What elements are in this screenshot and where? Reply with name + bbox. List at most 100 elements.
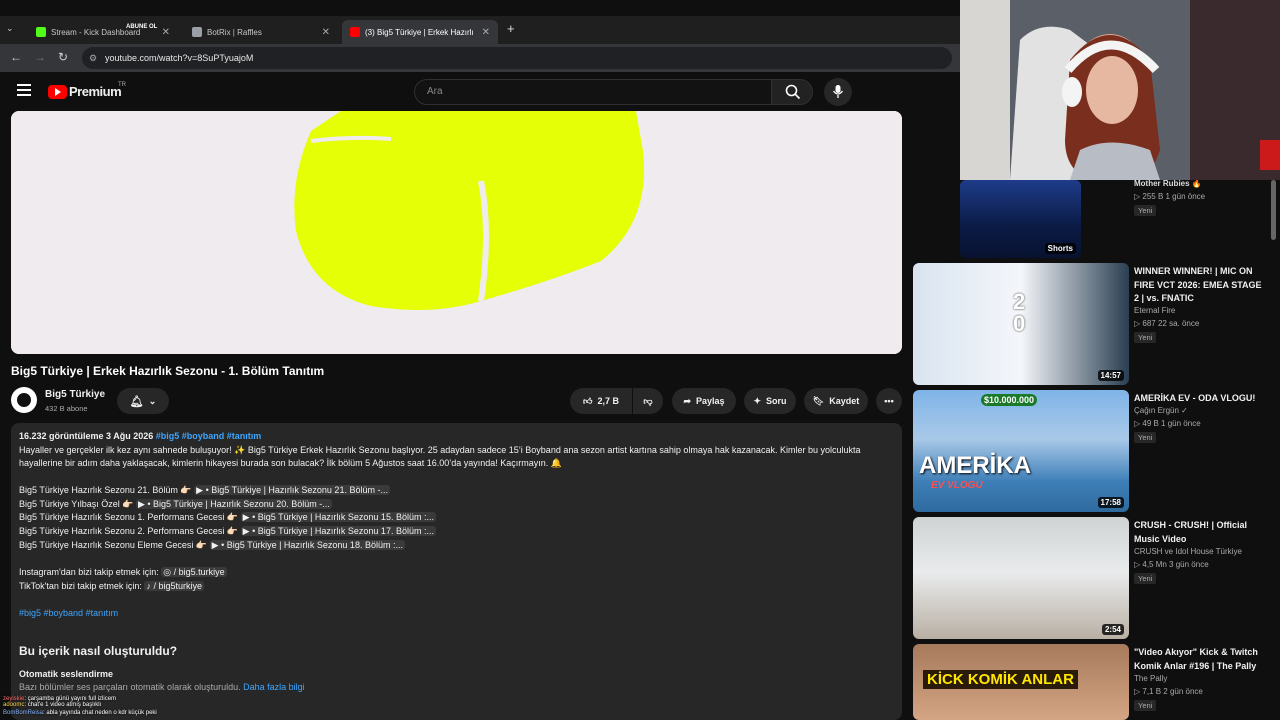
chat-user: zeyiskie [3,696,25,702]
channel-name[interactable]: The Pally [1134,674,1167,683]
botrix-icon [192,27,202,37]
close-icon[interactable]: ✕ [162,27,170,38]
video-thumbnail[interactable]: $10.000.000 AMERİKA EV VLOGU 17:58 [913,390,1129,512]
ask-label: Soru [766,396,787,406]
episode-link[interactable]: ▶ • Big5 Türkiye | Hazırlık Sezonu 17. B… [240,526,436,536]
video-player[interactable] [11,111,902,354]
recommended-video[interactable]: 20 14:57 WINNER WINNER! | MIC ON FIRE VC… [913,263,1275,385]
video-thumbnail[interactable]: Shorts [960,180,1081,258]
like-count: 2,7 B [597,396,619,406]
site-info-icon[interactable]: ⚙ [89,47,97,69]
chat-message: zeyiskie: çarşamba günü yayını full izli… [3,696,116,702]
description-paragraph-1: Hayaller ve gerçekler ilk kez aynı sahne… [19,445,861,455]
episode-label: Big5 Türkiye Hazırlık Sezonu 21. Bölüm 👉… [19,485,192,495]
search-placeholder: Ara [427,86,443,97]
video-meta: ▷ 255 B 1 gün önce [1134,192,1206,201]
episode-link[interactable]: ▶ • Big5 Türkiye | Hazırlık Sezonu 21. B… [194,485,390,495]
forward-icon[interactable]: → [34,50,46,64]
recommended-video[interactable]: KİCK KOMİK ANLAR "Video Akıyor" Kick & T… [913,644,1275,720]
episode-line: Big5 Türkiye Hazırlık Sezonu Eleme Geces… [19,540,405,551]
recommended-video[interactable]: $10.000.000 AMERİKA EV VLOGU 17:58 AMERİ… [913,390,1275,512]
chat-text: : abla yayında chat neden o kdr küçük pe… [43,710,157,716]
chat-text: : çarşamba günü yayını full izlicem [24,696,117,702]
instagram-link[interactable]: ◎ / big5.turkiye [161,567,227,577]
video-thumbnail[interactable]: 20 14:57 [913,263,1129,385]
channel-name[interactable]: Mother Rubies 🔥 [1134,179,1202,188]
channel-name[interactable]: Eternal Fire [1134,306,1175,315]
thumb-price: $10.000.000 [981,394,1038,406]
hashtags-top[interactable]: #big5 #boyband #tanıtım [156,431,262,441]
tab-label: BotRix | Raffles [207,27,262,37]
hashtags-bottom[interactable]: #big5 #boyband #tanıtım [19,608,118,618]
video-duration: 14:57 [1097,370,1124,381]
save-button[interactable]: 🔖︎ Kaydet [804,388,868,414]
close-icon[interactable]: ✕ [482,27,490,38]
search-input[interactable]: Ara [414,79,772,105]
youtube-logo-icon[interactable] [48,85,67,99]
youtube-icon [350,27,360,37]
tab-youtube[interactable]: (3) Big5 Türkiye | Erkek Hazırlı ✕ [342,20,498,44]
url-input[interactable]: ⚙ youtube.com/watch?v=8SuPTyuajoM [82,47,952,69]
shorts-label: Shorts [1044,243,1076,254]
voice-search-button[interactable] [824,78,852,106]
instagram-label: Instagram'dan bizi takip etmek için: [19,567,159,577]
streamer-camera-image [960,0,1280,180]
search-icon [785,84,801,100]
episode-label: Big5 Türkiye Yılbaşı Özel 👉🏻 [19,499,134,509]
premium-logo-text: Premium [69,84,122,99]
video-title[interactable]: CRUSH - CRUSH! | Official Music Video [1134,519,1262,546]
reload-icon[interactable]: ↻ [58,50,68,64]
tab-botrix[interactable]: BotRix | Raffles ✕ [184,20,338,44]
channel-name[interactable]: CRUSH ve Idol House Türkiye [1134,547,1242,556]
more-icon: ••• [884,396,894,406]
dislike-button[interactable]: 👎︎ [633,388,663,414]
video-title[interactable]: "Video Akıyor" Kick & Twitch Komik Anlar… [1134,646,1262,673]
youtube-header: Premium TR Ara [0,72,960,112]
episode-link[interactable]: ▶ • Big5 Türkiye | Hazırlık Sezonu 20. B… [135,499,332,509]
bookmark-icon: 🔖︎ [812,395,825,406]
new-badge: Yeni [1134,205,1157,216]
bell-icon: 🔔︎ [129,395,144,408]
episode-link[interactable]: ▶ • Big5 Türkiye | Hazırlık Sezonu 18. B… [209,540,405,550]
recommended-video[interactable]: Shorts Mother Rubies 🔥 ▷ 255 B 1 gün önc… [913,179,1275,258]
tiktok-handle: / big5turkiye [153,581,202,591]
ask-button[interactable]: ✦ Soru [744,388,796,414]
chat-message: adoomc: chat'e 1 video atmış başlıklı [3,702,101,708]
recommended-video[interactable]: 2:54 CRUSH - CRUSH! | Official Music Vid… [913,517,1275,639]
video-thumbnail[interactable]: KİCK KOMİK ANLAR [913,644,1129,720]
abune-ol-overlay: ABUNE OL [126,24,158,30]
search-button[interactable] [771,79,813,105]
stream-chat-overlay: adoomc: chat'e 1 video atmış başlıklı ze… [0,672,420,720]
new-badge: Yeni [1134,700,1157,711]
new-tab-button[interactable]: + [507,21,515,36]
close-icon[interactable]: ✕ [322,27,330,38]
video-title[interactable]: WINNER WINNER! | MIC ON FIRE VCT 2026: E… [1134,265,1262,306]
sparkle-icon: ✦ [753,395,762,406]
chat-message: BomBomReisa: abla yayında chat neden o k… [3,710,157,716]
share-button[interactable]: ➦ Paylaş [672,388,736,414]
save-label: Kaydet [829,396,860,406]
microphone-icon [832,85,844,98]
episode-line: Big5 Türkiye Yılbaşı Özel 👉🏻 ▶ • Big5 Tü… [19,499,332,510]
instagram-line: Instagram'dan bizi takip etmek için: ◎ /… [19,567,227,578]
video-thumbnail[interactable]: 2:54 [913,517,1129,639]
episode-link[interactable]: ▶ • Big5 Türkiye | Hazırlık Sezonu 15. B… [240,512,436,522]
tab-list-chevron-icon[interactable]: ⌄ [6,23,14,34]
more-actions-button[interactable]: ••• [876,388,902,414]
channel-name[interactable]: Çağın Ergün ✓ [1134,406,1188,415]
back-icon[interactable]: ← [10,50,22,64]
sidebar-scrollbar[interactable] [1271,180,1276,240]
menu-icon[interactable] [17,84,31,96]
video-meta: ▷ 4,5 Mn 3 gün önce [1134,560,1209,569]
browser-tab-bar: ⌄ Stream - Kick Dashboard ✕ BotRix | Raf… [0,16,960,44]
episode-label: Big5 Türkiye Hazırlık Sezonu Eleme Geces… [19,540,208,550]
tiktok-link[interactable]: ♪ / big5turkiye [144,581,204,591]
like-button[interactable]: 👍︎ 2,7 B [570,388,632,414]
channel-avatar[interactable] [11,387,37,413]
subscriber-count: 432 B abone [45,404,88,413]
channel-name[interactable]: Big5 Türkiye [45,389,105,400]
url-text: youtube.com/watch?v=8SuPTyuajoM [105,53,254,63]
video-title[interactable]: AMERİKA EV - ODA VLOGU! [1134,392,1262,406]
notification-bell-button[interactable]: 🔔︎ ⌄ [117,388,169,414]
new-badge: Yeni [1134,432,1157,443]
